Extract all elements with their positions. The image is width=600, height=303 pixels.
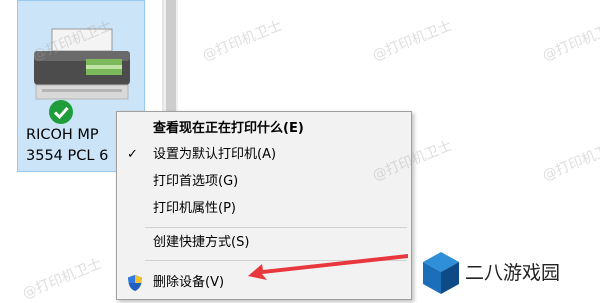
watermark: @打印机卫士 <box>540 17 600 65</box>
context-menu: 查看现在正在打印什么(E) ✓ 设置为默认打印机(A) 打印首选项(G) 打印机… <box>116 111 412 300</box>
menu-item-printer-properties[interactable]: 打印机属性(P) <box>117 196 411 222</box>
menu-item-remove-device[interactable]: 删除设备(V) <box>117 270 411 296</box>
menu-item-see-printing[interactable]: 查看现在正在打印什么(E) <box>117 116 411 142</box>
shield-icon <box>128 275 142 291</box>
checkmark-icon: ✓ <box>127 147 138 162</box>
brand-badge: 二八游戏园 <box>417 246 600 300</box>
menu-item-create-shortcut[interactable]: 创建快捷方式(S) <box>117 230 411 256</box>
menu-separator <box>145 260 407 261</box>
watermark: @打印机卫士 <box>200 17 285 65</box>
cube-logo-icon <box>423 252 459 294</box>
watermark: @打印机卫士 <box>370 17 455 65</box>
menu-item-set-default[interactable]: ✓ 设置为默认打印机(A) <box>117 142 411 168</box>
menu-separator <box>145 227 407 228</box>
default-check-icon <box>49 100 73 124</box>
menu-item-printing-preferences[interactable]: 打印首选项(G) <box>117 169 411 195</box>
watermark: @打印机卫士 <box>540 137 600 185</box>
brand-name: 二八游戏园 <box>465 262 561 284</box>
